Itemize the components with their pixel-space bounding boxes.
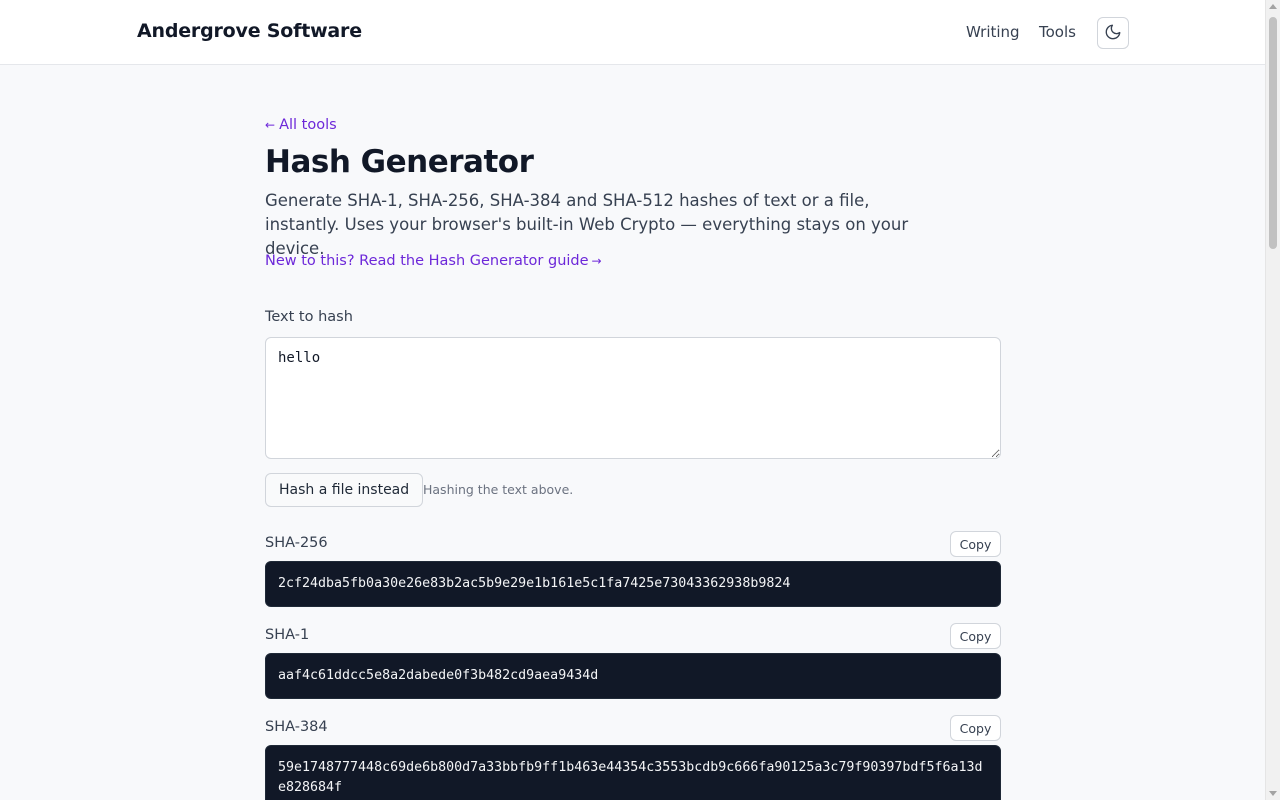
scroll-down-arrow-icon[interactable]: [1269, 791, 1277, 796]
nav-link-writing[interactable]: Writing: [966, 23, 1020, 41]
hash-algorithm-label: SHA-1: [265, 627, 310, 643]
hash-output-sha256[interactable]: 2cf24dba5fb0a30e26e83b2ac5b9e29e1b161e5c…: [265, 561, 1001, 607]
hash-output-sha1[interactable]: aaf4c61ddcc5e8a2dabede0f3b482cd9aea9434d: [265, 653, 1001, 699]
all-tools-label: All tools: [279, 117, 337, 133]
copy-sha256-button[interactable]: Copy: [950, 531, 1001, 557]
brand-link[interactable]: Andergrove Software: [137, 20, 362, 42]
status-hint: Hashing the text above.: [423, 482, 574, 497]
theme-toggle-button[interactable]: [1097, 17, 1129, 49]
page-scrollbar[interactable]: [1265, 0, 1280, 800]
site-header: Andergrove Software Writing Tools: [0, 0, 1265, 65]
page-intro: Generate SHA-1, SHA-256, SHA-384 and SHA…: [265, 191, 909, 258]
hash-output-sha384[interactable]: 59e1748777448c69de6b800d7a33bbfb9ff1b463…: [265, 745, 1001, 800]
text-to-hash-input[interactable]: hello: [265, 337, 1001, 459]
page-title: Hash Generator: [265, 144, 534, 180]
all-tools-link[interactable]: ← All tools: [265, 117, 337, 133]
hash-algorithm-label: SHA-256: [265, 535, 328, 551]
arrow-left-icon: ←: [265, 118, 276, 132]
page-viewport: Andergrove Software Writing Tools ← All t…: [0, 0, 1265, 800]
text-input-label: Text to hash: [265, 309, 353, 325]
copy-sha384-button[interactable]: Copy: [950, 715, 1001, 741]
scroll-up-arrow-icon[interactable]: [1269, 4, 1277, 9]
arrow-right-icon: →: [591, 254, 602, 268]
scrollbar-thumb[interactable]: [1269, 17, 1277, 249]
moon-icon: [1104, 23, 1122, 44]
guide-link[interactable]: New to this? Read the Hash Generator gui…: [265, 253, 602, 269]
copy-sha1-button[interactable]: Copy: [950, 623, 1001, 649]
hash-algorithm-label: SHA-384: [265, 719, 328, 735]
hash-file-button[interactable]: Hash a file instead: [265, 473, 424, 507]
nav-link-tools[interactable]: Tools: [1039, 23, 1076, 41]
guide-link-label: New to this? Read the Hash Generator gui…: [265, 253, 589, 269]
